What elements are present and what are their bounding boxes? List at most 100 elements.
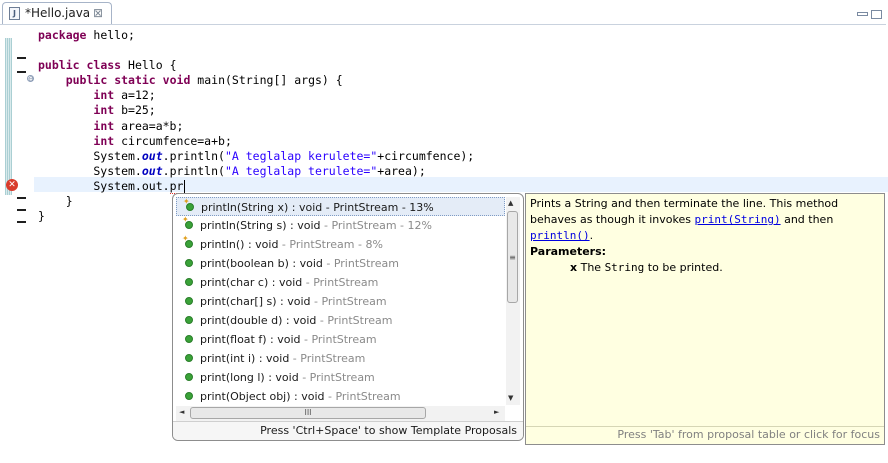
fold-toggle-icon[interactable]: ⊖ bbox=[27, 75, 34, 83]
code-line[interactable]: int b=25; bbox=[38, 103, 474, 118]
scroll-thumb[interactable]: ≡ bbox=[507, 211, 518, 303]
doc-link-print[interactable]: print(String) bbox=[694, 213, 780, 226]
proposal-item[interactable]: print(char[] s) : void - PrintStream bbox=[176, 292, 505, 311]
doc-link-println[interactable]: println() bbox=[530, 229, 590, 242]
ruler-gap bbox=[5, 195, 12, 463]
javadoc-hover[interactable]: Prints a String and then terminate the l… bbox=[525, 193, 885, 445]
declaring-type: - PrintStream bbox=[298, 371, 375, 384]
proposal-label: print(int i) : void - PrintStream bbox=[200, 349, 365, 368]
typed-prefix: pr bbox=[169, 178, 184, 194]
scroll-left-icon[interactable]: ◄ bbox=[179, 408, 184, 416]
maximize-button[interactable] bbox=[871, 10, 882, 19]
proposal-item[interactable]: print(long l) : void - PrintStream bbox=[176, 368, 505, 387]
proposal-item[interactable]: print(boolean b) : void - PrintStream bbox=[176, 254, 505, 273]
code-line[interactable]: System.out.println("A teglalap terulete=… bbox=[38, 164, 474, 179]
proposal-item[interactable]: print(char c) : void - PrintStream bbox=[176, 273, 505, 292]
code-token: main(String[] args) { bbox=[190, 73, 343, 88]
method-signature: print(long l) : void bbox=[200, 371, 299, 384]
keyword: static bbox=[114, 73, 156, 88]
keyword: class bbox=[86, 58, 122, 73]
public-method-icon bbox=[185, 354, 193, 362]
method-signature: print(int i) : void bbox=[200, 352, 290, 365]
proposal-item[interactable]: print(float f) : void - PrintStream bbox=[176, 330, 505, 349]
public-method-icon bbox=[185, 297, 193, 305]
code-line[interactable]: public static void main(String[] args) { bbox=[38, 73, 474, 88]
close-tab-icon[interactable]: ⊠ bbox=[93, 6, 103, 20]
code-line[interactable]: int area=a*b; bbox=[38, 119, 474, 134]
param-description: x The String to be printed. bbox=[570, 260, 882, 276]
proposal-item[interactable]: print(Object obj) : void - PrintStream bbox=[176, 387, 505, 405]
minimize-button[interactable] bbox=[857, 12, 868, 16]
public-method-icon bbox=[185, 259, 193, 267]
method-signature: print(char c) : void bbox=[200, 276, 303, 289]
code-line[interactable]: public class Hello { bbox=[38, 58, 474, 73]
proposal-list[interactable]: ✦ println(String x) : void - PrintStream … bbox=[176, 197, 505, 405]
doc-text: . bbox=[589, 229, 594, 242]
declaring-type: - PrintStream bbox=[302, 276, 379, 289]
proposal-item[interactable]: print(int i) : void - PrintStream bbox=[176, 349, 505, 368]
proposal-label: print(float f) : void - PrintStream bbox=[200, 330, 377, 349]
code-token: System. bbox=[38, 163, 142, 178]
code-token: circumfence=a+b; bbox=[114, 133, 232, 148]
code-line[interactable]: package hello; bbox=[38, 28, 474, 43]
doc-text: The bbox=[577, 261, 605, 274]
template-proposals-hint: Press 'Ctrl+Space' to show Template Prop… bbox=[260, 424, 517, 437]
tab-title: *Hello.java bbox=[25, 6, 91, 20]
code-line[interactable]: System.out.println("A teglalap kerulete=… bbox=[38, 149, 474, 164]
code-line[interactable]: int a=12; bbox=[38, 88, 474, 103]
keyword: public bbox=[65, 73, 108, 88]
proposal-item[interactable]: ✦ println(String s) : void - PrintStream … bbox=[176, 216, 505, 235]
code-token: } bbox=[38, 209, 45, 224]
proposal-item[interactable]: ✦ println(String x) : void - PrintStream … bbox=[176, 197, 505, 216]
proposal-label: print(boolean b) : void - PrintStream bbox=[200, 254, 399, 273]
scroll-down-icon[interactable]: ▼ bbox=[508, 394, 513, 402]
javadoc-body: Prints a String and then terminate the l… bbox=[530, 196, 882, 276]
tab-hello-java[interactable]: J *Hello.java ⊠ bbox=[2, 2, 112, 24]
error-icon[interactable]: ✕ bbox=[6, 179, 18, 191]
scroll-right-icon[interactable]: ► bbox=[494, 408, 499, 416]
change-marker bbox=[17, 57, 26, 59]
string-literal: "A teglalap terulete=" bbox=[224, 163, 378, 178]
proposal-horizontal-scrollbar[interactable]: ◄ III ► bbox=[176, 406, 505, 421]
editor-tab-bar: J *Hello.java ⊠ bbox=[0, 0, 886, 25]
proposal-label: print(char[] s) : void - PrintStream bbox=[200, 292, 387, 311]
param-code: String bbox=[604, 261, 645, 274]
code-line[interactable]: System.out.pr bbox=[38, 178, 474, 194]
scroll-thumb[interactable]: III bbox=[190, 407, 426, 419]
scroll-up-icon[interactable]: ▲ bbox=[508, 199, 513, 207]
public-method-icon bbox=[185, 392, 193, 400]
relevance-star-icon: ✦ bbox=[182, 215, 189, 224]
content-assist-popup: ✦ println(String x) : void - PrintStream … bbox=[172, 193, 524, 441]
ruler-gap bbox=[5, 25, 12, 38]
field-reference: out bbox=[141, 163, 163, 178]
method-signature: print(float f) : void bbox=[200, 333, 301, 346]
proposal-label: println(String s) : void - PrintStream -… bbox=[200, 216, 432, 235]
code-token: hello; bbox=[86, 28, 135, 42]
text-caret bbox=[184, 179, 186, 193]
keyword: int bbox=[93, 88, 115, 103]
code-token: area=a*b; bbox=[114, 118, 184, 133]
proposal-item[interactable]: ✦ println() : void - PrintStream - 8% bbox=[176, 235, 505, 254]
method-signature: println() : void bbox=[200, 238, 279, 251]
change-marker bbox=[17, 71, 26, 73]
change-marker bbox=[17, 197, 26, 199]
relevance-star-icon: ✦ bbox=[183, 197, 190, 206]
relevance-star-icon: ✦ bbox=[182, 234, 189, 243]
proposal-label: print(char c) : void - PrintStream bbox=[200, 273, 378, 292]
proposal-label: println() : void - PrintStream - 8% bbox=[200, 235, 383, 254]
code-token: System. bbox=[38, 148, 142, 163]
params-heading: Parameters: bbox=[530, 245, 607, 258]
code-token: +area); bbox=[377, 163, 426, 178]
proposal-vertical-scrollbar[interactable]: ▲ ≡ ▼ bbox=[506, 197, 520, 405]
code-line[interactable]: int circumfence=a+b; bbox=[38, 134, 474, 149]
public-method-icon bbox=[185, 335, 193, 343]
code-line[interactable] bbox=[38, 43, 474, 58]
proposal-item[interactable]: print(double d) : void - PrintStream bbox=[176, 311, 505, 330]
code-token: .println( bbox=[162, 148, 225, 163]
annotation-column bbox=[13, 25, 33, 463]
